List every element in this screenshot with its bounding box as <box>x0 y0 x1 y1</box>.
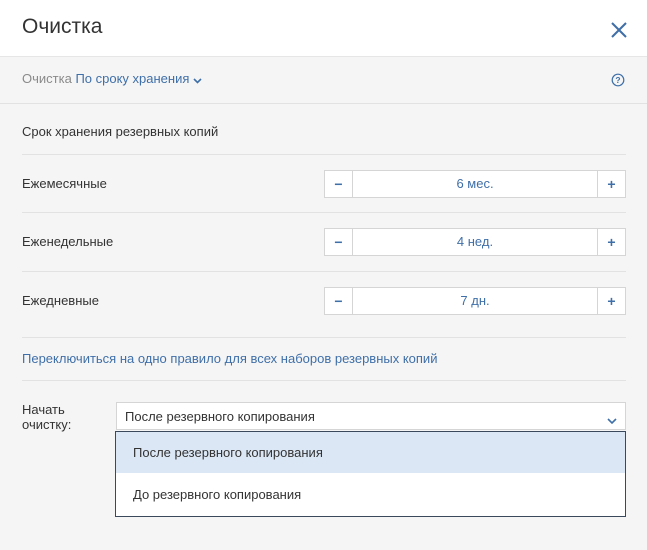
weekly-value-input[interactable]: 4 нед. <box>353 229 597 255</box>
retention-label-weekly: Еженедельные <box>22 234 114 249</box>
dropdown-option-after-backup[interactable]: После резервного копирования <box>116 432 625 473</box>
dialog-title: Очистка <box>22 15 103 38</box>
daily-stepper: − 7 дн. + <box>324 287 626 315</box>
switch-single-rule-link[interactable]: Переключиться на одно правило для всех н… <box>22 351 437 366</box>
dropdown-option-before-backup[interactable]: До резервного копирования <box>116 474 625 515</box>
start-cleanup-selected-value: После резервного копирования <box>125 409 315 424</box>
dialog-body: Очистка По сроку хранения ? Срок хранени… <box>0 57 647 550</box>
monthly-stepper: − 6 мес. + <box>324 170 626 198</box>
divider <box>22 212 626 213</box>
retention-label-daily: Ежедневные <box>22 293 99 308</box>
close-button[interactable] <box>606 17 632 43</box>
breadcrumb-prefix: Очистка <box>22 71 72 86</box>
increment-button[interactable]: + <box>597 288 625 314</box>
decrement-button[interactable]: − <box>325 288 353 314</box>
monthly-value-input[interactable]: 6 мес. <box>353 171 597 197</box>
retention-section-title: Срок хранения резервных копий <box>22 124 219 139</box>
breadcrumb: Очистка По сроку хранения <box>22 71 202 87</box>
chevron-down-icon <box>193 72 202 87</box>
breadcrumb-mode-dropdown[interactable]: По сроку хранения <box>75 71 202 86</box>
divider <box>22 271 626 272</box>
decrement-button[interactable]: − <box>325 229 353 255</box>
svg-text:?: ? <box>615 75 620 85</box>
start-cleanup-dropdown: После резервного копирования До резервно… <box>115 431 626 517</box>
start-cleanup-select[interactable]: После резервного копирования <box>116 402 626 430</box>
increment-button[interactable]: + <box>597 171 625 197</box>
increment-button[interactable]: + <box>597 229 625 255</box>
help-icon[interactable]: ? <box>611 73 625 87</box>
chevron-down-icon <box>607 412 617 430</box>
daily-value-input[interactable]: 7 дн. <box>353 288 597 314</box>
dialog-header: Очистка <box>0 0 647 57</box>
decrement-button[interactable]: − <box>325 171 353 197</box>
retention-label-monthly: Ежемесячные <box>22 176 107 191</box>
divider <box>22 154 626 155</box>
close-icon <box>611 22 627 38</box>
divider <box>22 337 626 338</box>
weekly-stepper: − 4 нед. + <box>324 228 626 256</box>
divider <box>22 380 626 381</box>
breadcrumb-mode-label: По сроку хранения <box>75 71 190 86</box>
start-cleanup-label: Начать очистку: <box>22 402 72 432</box>
divider <box>0 103 647 104</box>
